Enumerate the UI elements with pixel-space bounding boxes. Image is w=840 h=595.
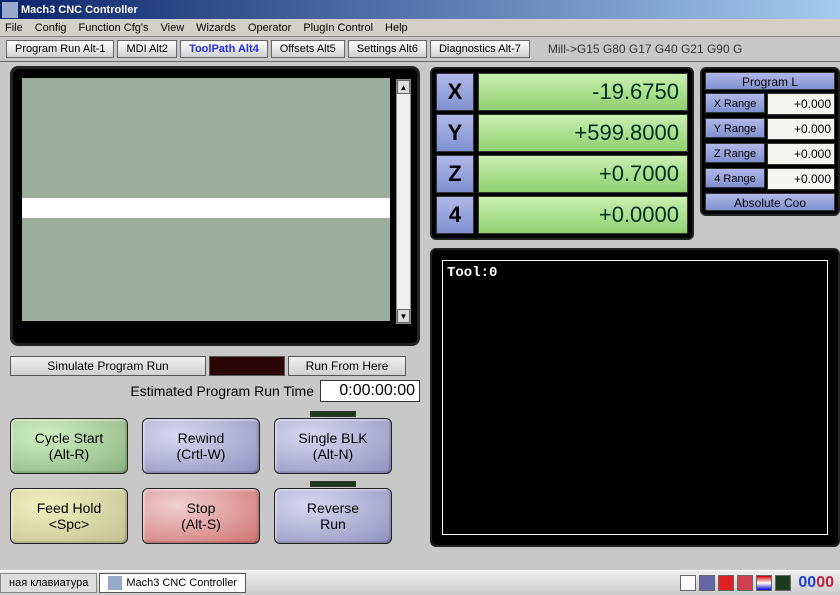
taskbar-item-label: Mach3 CNC Controller	[126, 577, 237, 589]
stop-button[interactable]: Stop (Alt-S)	[142, 488, 260, 544]
tray-antivirus-icon[interactable]	[718, 575, 734, 591]
menubar: File Config Function Cfg's View Wizards …	[0, 19, 840, 37]
tab-settings[interactable]: Settings Alt6	[348, 40, 427, 58]
dro-4-value[interactable]: +0.0000	[478, 196, 688, 234]
4-range-label: 4 Range	[705, 168, 765, 188]
tab-diagnostics[interactable]: Diagnostics Alt-7	[430, 40, 530, 58]
reverse-run-led	[310, 481, 356, 487]
system-tray: 0000	[680, 574, 840, 592]
cycle-start-hotkey: (Alt-R)	[49, 446, 89, 462]
stop-label: Stop	[187, 500, 216, 516]
tray-chevron-icon[interactable]	[680, 575, 696, 591]
tray-flag-icon[interactable]	[756, 575, 772, 591]
cycle-start-button[interactable]: Cycle Start (Alt-R)	[10, 418, 128, 474]
sim-led	[209, 356, 285, 376]
single-blk-button[interactable]: Single BLK (Alt-N)	[274, 418, 392, 474]
estimated-time-label: Estimated Program Run Time	[130, 383, 314, 399]
window-titlebar: Mach3 CNC Controller	[0, 0, 840, 19]
dro-panel: X -19.6750 Y +599.8000 Z +0.7000 4 +0.00…	[430, 67, 694, 240]
tray-shield-icon[interactable]	[737, 575, 753, 591]
menu-plugin-control[interactable]: PlugIn Control	[303, 22, 373, 34]
menu-operator[interactable]: Operator	[248, 22, 291, 34]
axis-y-button[interactable]: Y	[436, 114, 474, 152]
x-range-label: X Range	[705, 93, 765, 113]
rewind-button[interactable]: Rewind (Crtl-W)	[142, 418, 260, 474]
taskbar-item-mach3[interactable]: Mach3 CNC Controller	[99, 573, 246, 593]
single-blk-hotkey: (Alt-N)	[313, 446, 353, 462]
tabbar: Program Run Alt-1 MDI Alt2 ToolPath Alt4…	[0, 37, 840, 62]
gcode-status: Mill->G15 G80 G17 G40 G21 G90 G	[548, 42, 742, 56]
rewind-hotkey: (Crtl-W)	[177, 446, 226, 462]
scroll-down-icon[interactable]: ▼	[397, 309, 410, 323]
scroll-up-icon[interactable]: ▲	[397, 80, 410, 94]
absolute-coord-header: Absolute Coo	[705, 193, 835, 211]
gcode-display: Tool:0	[430, 248, 840, 547]
window-title: Mach3 CNC Controller	[21, 4, 138, 16]
y-range-label: Y Range	[705, 118, 765, 138]
stop-hotkey: (Alt-S)	[181, 516, 221, 532]
clock[interactable]: 0000	[798, 574, 834, 592]
4-range-value: +0.000	[767, 168, 835, 190]
tray-monitor-icon[interactable]	[775, 575, 791, 591]
simulate-button[interactable]: Simulate Program Run	[10, 356, 206, 376]
menu-wizards[interactable]: Wizards	[196, 22, 236, 34]
reverse-run-button[interactable]: Reverse Run	[274, 488, 392, 544]
app-icon	[2, 2, 18, 18]
z-range-label: Z Range	[705, 143, 765, 163]
rewind-label: Rewind	[178, 430, 225, 446]
menu-file[interactable]: File	[5, 22, 23, 34]
single-blk-led	[310, 411, 356, 417]
run-from-here-button[interactable]: Run From Here	[288, 356, 406, 376]
tab-offsets[interactable]: Offsets Alt5	[271, 40, 345, 58]
tab-toolpath[interactable]: ToolPath Alt4	[180, 40, 268, 58]
menu-config[interactable]: Config	[35, 22, 67, 34]
taskbar-item-prev[interactable]: ная клавиатура	[0, 573, 97, 593]
gcode-text: Tool:0	[442, 260, 828, 535]
task-app-icon	[108, 576, 122, 590]
reverse-run-label: Reverse	[307, 500, 359, 516]
menu-view[interactable]: View	[161, 22, 185, 34]
menu-function-cfgs[interactable]: Function Cfg's	[79, 22, 149, 34]
tab-mdi[interactable]: MDI Alt2	[117, 40, 177, 58]
toolpath-display[interactable]: ▲ ▼	[10, 66, 420, 346]
feed-hold-label: Feed Hold	[37, 500, 102, 516]
toolpath-canvas	[21, 77, 391, 322]
x-range-value: +0.000	[767, 93, 835, 115]
scrollbar-vertical[interactable]: ▲ ▼	[396, 79, 411, 324]
program-limits-panel: Program L X Range +0.000 Y Range +0.000 …	[700, 67, 840, 216]
feed-hold-hotkey: <Spc>	[49, 516, 89, 532]
tab-program-run[interactable]: Program Run Alt-1	[6, 40, 114, 58]
axis-x-button[interactable]: X	[436, 73, 474, 111]
feed-hold-button[interactable]: Feed Hold <Spc>	[10, 488, 128, 544]
axis-z-button[interactable]: Z	[436, 155, 474, 193]
dro-z-value[interactable]: +0.7000	[478, 155, 688, 193]
dro-y-value[interactable]: +599.8000	[478, 114, 688, 152]
cycle-start-label: Cycle Start	[35, 430, 103, 446]
y-range-value: +0.000	[767, 118, 835, 140]
menu-help[interactable]: Help	[385, 22, 408, 34]
estimated-time-value: 0:00:00:00	[320, 380, 420, 402]
z-range-value: +0.000	[767, 143, 835, 165]
single-blk-label: Single BLK	[298, 430, 367, 446]
axis-4-button[interactable]: 4	[436, 196, 474, 234]
dro-x-value[interactable]: -19.6750	[478, 73, 688, 111]
tray-display-icon[interactable]	[699, 575, 715, 591]
reverse-run-sublabel: Run	[320, 516, 346, 532]
taskbar: ная клавиатура Mach3 CNC Controller 0000	[0, 570, 840, 595]
program-limits-header: Program L	[705, 72, 835, 90]
toolpath-line	[22, 198, 390, 218]
